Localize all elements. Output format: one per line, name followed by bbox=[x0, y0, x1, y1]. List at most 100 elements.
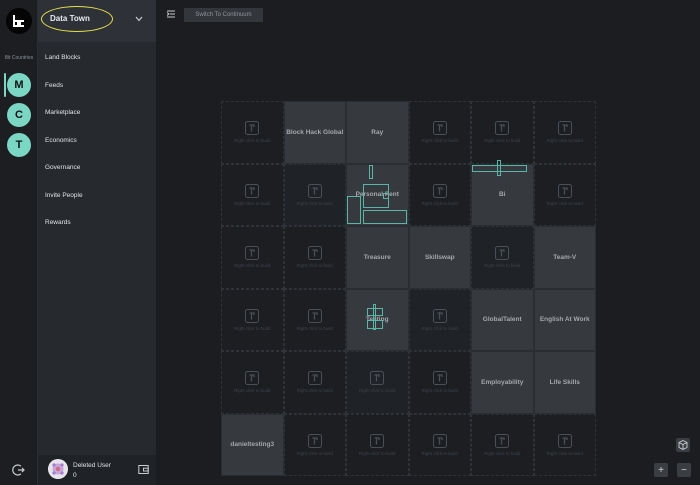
map-cell-empty[interactable]: Right click to build bbox=[221, 226, 284, 289]
hammer-icon bbox=[307, 246, 322, 261]
country-button-t[interactable]: T bbox=[7, 133, 31, 157]
map-cell-empty[interactable]: Right click to build bbox=[408, 413, 471, 476]
block-name: Block Hack Global bbox=[286, 128, 344, 136]
zoom-in-button[interactable]: + bbox=[654, 463, 668, 477]
build-hint: Right click to build bbox=[484, 450, 521, 456]
building-outline bbox=[373, 304, 376, 330]
building-outline bbox=[363, 210, 407, 224]
hammer-icon bbox=[370, 371, 385, 386]
hammer-icon bbox=[370, 433, 385, 448]
sidebar-item-land-blocks[interactable]: Land Blocks bbox=[38, 44, 156, 72]
map-block[interactable]: GlobalTalent bbox=[471, 288, 534, 351]
map-cell-empty[interactable]: Right click to build bbox=[283, 351, 346, 414]
map-block[interactable]: Employability bbox=[471, 351, 534, 414]
hammer-icon bbox=[307, 433, 322, 448]
map-cell-empty[interactable]: Right click to build bbox=[283, 288, 346, 351]
map-block[interactable]: English At Work bbox=[533, 288, 596, 351]
map-cell-empty[interactable]: Right click to build bbox=[408, 101, 471, 164]
zoom-out-button[interactable]: − bbox=[677, 463, 691, 477]
building-outline bbox=[497, 160, 501, 176]
block-name: Team-V bbox=[553, 253, 577, 261]
map-cell-empty[interactable]: Right click to build bbox=[283, 163, 346, 226]
country-rail: Bit Countries M C T bbox=[0, 0, 38, 485]
country-button-m[interactable]: M bbox=[7, 73, 31, 97]
build-hint: Right click to build bbox=[234, 263, 271, 269]
map-cell-empty[interactable]: Right click to build bbox=[408, 163, 471, 226]
hammer-icon bbox=[432, 433, 447, 448]
hammer-icon bbox=[432, 183, 447, 198]
logout-icon[interactable] bbox=[12, 463, 26, 477]
hammer-icon bbox=[245, 371, 260, 386]
map-cell-empty[interactable]: Right click to build bbox=[471, 413, 534, 476]
build-hint: Right click to build bbox=[296, 263, 333, 269]
wallet-icon[interactable] bbox=[138, 464, 149, 475]
map-cell-empty[interactable]: Right click to build bbox=[221, 351, 284, 414]
map-block[interactable]: danieltesting3 bbox=[221, 413, 284, 476]
hammer-icon bbox=[557, 121, 572, 136]
map-cell-empty[interactable]: Right click to build bbox=[408, 288, 471, 351]
map-block[interactable]: Skillswap bbox=[408, 226, 471, 289]
hammer-icon bbox=[432, 308, 447, 323]
map-cell-empty[interactable]: Right click to build bbox=[471, 226, 534, 289]
collapse-sidebar-icon[interactable] bbox=[166, 9, 176, 19]
build-hint: Right click to build bbox=[296, 388, 333, 394]
sidebar-item-feeds[interactable]: Feeds bbox=[38, 72, 156, 100]
map-cell-empty[interactable]: Right click to build bbox=[283, 226, 346, 289]
map-cell-empty[interactable]: Right click to build bbox=[533, 163, 596, 226]
hammer-icon bbox=[495, 121, 510, 136]
map-cell-empty[interactable]: Right click to build bbox=[471, 101, 534, 164]
sidebar: Data Town Land Blocks Feeds Marketplace … bbox=[38, 0, 156, 485]
map-cell-empty[interactable]: Right click to build bbox=[346, 351, 409, 414]
chevron-down-icon[interactable] bbox=[135, 16, 143, 22]
build-hint: Right click to build bbox=[421, 200, 458, 206]
map-cell-empty[interactable]: Right click to build bbox=[533, 101, 596, 164]
bc-logo-icon bbox=[13, 15, 24, 27]
hammer-icon bbox=[557, 433, 572, 448]
cube-icon bbox=[678, 439, 688, 451]
map-cell-empty[interactable]: Right click to build bbox=[221, 101, 284, 164]
build-hint: Right click to build bbox=[421, 450, 458, 456]
map-cell-empty[interactable]: Right click to build bbox=[221, 163, 284, 226]
map-block[interactable]: Bi bbox=[471, 163, 534, 226]
build-hint: Right click to build bbox=[234, 200, 271, 206]
map-cell-empty[interactable]: Right click to build bbox=[283, 413, 346, 476]
hammer-icon bbox=[245, 183, 260, 198]
map-cell-empty[interactable]: Right click to build bbox=[346, 413, 409, 476]
block-name: Employability bbox=[481, 378, 524, 386]
sidebar-nav: Land Blocks Feeds Marketplace Economics … bbox=[38, 44, 156, 237]
building-outline bbox=[369, 165, 373, 179]
country-button-c[interactable]: C bbox=[7, 103, 31, 127]
sidebar-item-invite-people[interactable]: Invite People bbox=[38, 182, 156, 210]
build-hint: Right click to build bbox=[546, 450, 583, 456]
hammer-icon bbox=[307, 371, 322, 386]
bitcountry-logo[interactable] bbox=[6, 8, 32, 34]
map-block[interactable]: Life Skills bbox=[533, 351, 596, 414]
active-country-indicator bbox=[4, 73, 6, 97]
block-name: Skillswap bbox=[424, 253, 455, 261]
build-hint: Right click to build bbox=[421, 138, 458, 144]
view-3d-button[interactable] bbox=[676, 438, 690, 452]
map-block[interactable]: Treasure bbox=[346, 226, 409, 289]
building-outline bbox=[383, 193, 389, 199]
block-name: English At Work bbox=[539, 316, 590, 324]
switch-to-continuum-button[interactable]: Switch To Continuum bbox=[184, 8, 263, 22]
hammer-icon bbox=[495, 246, 510, 261]
map-cell-empty[interactable]: Right click to build bbox=[533, 413, 596, 476]
map-cell-empty[interactable]: Right click to build bbox=[408, 351, 471, 414]
sidebar-item-rewards[interactable]: Rewards bbox=[38, 209, 156, 237]
hammer-icon bbox=[432, 121, 447, 136]
map-block[interactable]: Block Hack Global bbox=[283, 101, 346, 164]
sidebar-item-marketplace[interactable]: Marketplace bbox=[38, 99, 156, 127]
map-block[interactable]: Ray bbox=[346, 101, 409, 164]
build-hint: Right click to build bbox=[546, 200, 583, 206]
user-balance: 0 bbox=[73, 472, 77, 479]
sidebar-item-governance[interactable]: Governance bbox=[38, 154, 156, 182]
avatar[interactable] bbox=[48, 459, 68, 479]
avatar-pattern-icon bbox=[49, 460, 67, 478]
sidebar-item-economics[interactable]: Economics bbox=[38, 127, 156, 155]
town-selector[interactable]: Data Town bbox=[38, 0, 156, 42]
land-block-map[interactable]: Right click to build Block Hack Global R… bbox=[221, 101, 596, 476]
map-cell-empty[interactable]: Right click to build bbox=[221, 288, 284, 351]
map-block[interactable]: Team-V bbox=[533, 226, 596, 289]
block-name: Life Skills bbox=[549, 378, 580, 386]
